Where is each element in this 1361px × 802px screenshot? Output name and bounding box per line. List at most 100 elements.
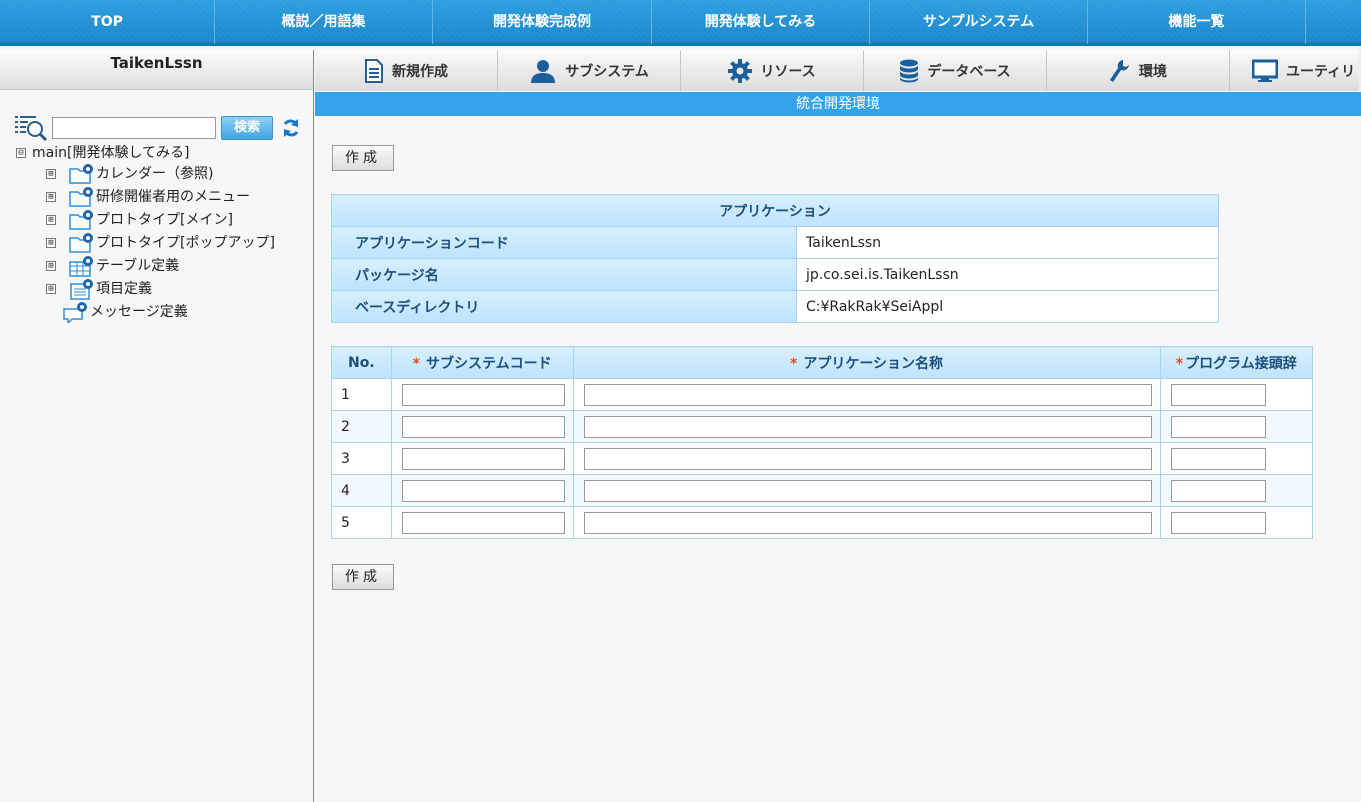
program-prefix-input[interactable] (1170, 383, 1266, 406)
expand-icon[interactable]: ⊞ (46, 215, 56, 225)
subsystem-code-input[interactable] (401, 479, 565, 502)
subsystem-button[interactable]: サブシステム (498, 50, 681, 91)
database-icon (900, 59, 919, 82)
subsystem-code-input[interactable] (401, 415, 565, 438)
gear-icon (728, 58, 753, 83)
base-directory-value: C:¥RakRak¥SeiAppl (796, 290, 1219, 323)
tree-node-label[interactable]: 研修開催者用のメニュー (96, 186, 250, 208)
message-gear-icon (63, 302, 87, 323)
expand-icon[interactable]: ⊞ (46, 169, 56, 179)
app-name-input[interactable] (583, 415, 1152, 438)
table-gear-icon (69, 256, 93, 277)
create-button-bottom[interactable]: 作成 (332, 564, 394, 590)
folder-gear-icon (69, 164, 93, 184)
app-name-input[interactable] (583, 511, 1152, 534)
program-prefix-input[interactable] (1170, 447, 1266, 470)
header-program-prefix: * プログラム接頭辞 (1159, 346, 1313, 379)
tree-node-label[interactable]: プロトタイプ[メイン] (96, 209, 233, 231)
app-code-value: TaikenLssn (796, 226, 1219, 259)
table-row: 4 (331, 474, 1313, 507)
topnav-try-development[interactable]: 開発体験してみる (652, 0, 870, 44)
tree-node-label[interactable]: メッセージ定義 (90, 301, 188, 323)
table-row: アプリケーションコード TaikenLssn (331, 226, 1219, 259)
header-app-name-label: アプリケーション名称 (803, 355, 944, 372)
application-info-caption-row: アプリケーション (331, 194, 1219, 227)
table-row: 3 (331, 442, 1313, 475)
search-button[interactable]: 検索 (221, 116, 273, 140)
tree-search-input[interactable] (52, 117, 216, 139)
tree-search: 検索 (14, 114, 301, 142)
program-prefix-input[interactable] (1170, 479, 1266, 502)
program-prefix-cell (1159, 442, 1313, 475)
app-name-cell (572, 442, 1161, 475)
folder-gear-icon (69, 210, 93, 230)
app-name-input[interactable] (583, 447, 1152, 470)
monitor-icon (1252, 59, 1278, 82)
topnav-top[interactable]: TOP (0, 0, 215, 44)
tree-node-prototype-popup[interactable]: ⊞ プロトタイプ[ポップアップ] (46, 232, 275, 254)
row-number: 5 (331, 506, 392, 539)
resource-button[interactable]: リソース (681, 50, 864, 91)
topnav-complete-example[interactable]: 開発体験完成例 (433, 0, 652, 44)
expand-icon[interactable]: ⊞ (46, 192, 56, 202)
package-name-value: jp.co.sei.is.TaikenLssn (796, 258, 1219, 291)
resource-label: リソース (760, 63, 816, 80)
tree-node-label[interactable]: テーブル定義 (96, 255, 179, 277)
topnav-overview[interactable]: 概説／用語集 (215, 0, 433, 44)
table-row: 1 (331, 378, 1313, 411)
app-name-cell (572, 410, 1161, 443)
tree-node-table-definition[interactable]: ⊞ テーブル定義 (46, 255, 179, 277)
subsystem-code-input[interactable] (401, 447, 565, 470)
utility-button[interactable]: ユーティリ (1230, 50, 1359, 91)
tree-node-label[interactable]: プロトタイプ[ポップアップ] (96, 232, 275, 254)
tree-node-calendar[interactable]: ⊞ カレンダー（参照) (46, 163, 213, 185)
topnav-function-list[interactable]: 機能一覧 (1088, 0, 1306, 44)
new-document-icon (365, 58, 383, 83)
expand-icon[interactable]: ⊞ (46, 238, 56, 248)
main-content: 作成 アプリケーション アプリケーションコード TaikenLssn パッケージ… (315, 116, 1361, 802)
header-subsystem-code: * サブシステムコード (390, 346, 574, 379)
database-button[interactable]: データベース (864, 50, 1047, 91)
create-button-top[interactable]: 作成 (332, 145, 394, 171)
topnav-sample-system[interactable]: サンプルシステム (870, 0, 1088, 44)
row-number: 2 (331, 410, 392, 443)
page-title: 統合開発環境 (315, 92, 1361, 116)
program-prefix-input[interactable] (1170, 511, 1266, 534)
user-icon (531, 59, 556, 83)
topnav-overflow[interactable] (1306, 0, 1361, 44)
tree-node-prototype-main[interactable]: ⊞ プロトタイプ[メイン] (46, 209, 233, 231)
app-name-cell (572, 474, 1161, 507)
tree-root[interactable]: ⊟ main[開発体験してみる] (16, 142, 189, 164)
header-app-name: * アプリケーション名称 (572, 346, 1161, 379)
program-prefix-cell (1159, 474, 1313, 507)
refresh-icon[interactable] (281, 118, 301, 138)
tree-node-label[interactable]: 項目定義 (96, 278, 152, 300)
subsystem-code-cell (390, 442, 574, 475)
subsystem-code-input[interactable] (401, 383, 565, 406)
subsystem-code-input[interactable] (401, 511, 565, 534)
required-mark: * (790, 355, 798, 372)
row-number: 4 (331, 474, 392, 507)
tree-node-organizer-menu[interactable]: ⊞ 研修開催者用のメニュー (46, 186, 250, 208)
header-no: No. (331, 346, 392, 379)
expand-icon[interactable]: ⊞ (46, 284, 56, 294)
utility-label: ユーティリ (1286, 63, 1356, 80)
tree-root-label[interactable]: main[開発体験してみる] (32, 142, 189, 164)
program-prefix-input[interactable] (1170, 415, 1266, 438)
app-name-input[interactable] (583, 383, 1152, 406)
environment-button[interactable]: 環境 (1047, 50, 1230, 91)
expand-icon[interactable]: ⊞ (46, 261, 56, 271)
collapse-icon[interactable]: ⊟ (16, 148, 26, 158)
required-mark: * (1175, 355, 1184, 372)
environment-label: 環境 (1139, 63, 1167, 80)
header-program-prefix-label: プログラム接頭辞 (1185, 355, 1297, 372)
tree-node-message-definition[interactable]: メッセージ定義 (62, 301, 188, 323)
entry-header-row: No. * サブシステムコード * アプリケーション名称 * プログラム接頭辞 (331, 346, 1313, 379)
tree-node-item-definition[interactable]: ⊞ 項目定義 (46, 278, 152, 300)
table-row: 2 (331, 410, 1313, 443)
new-create-label: 新規作成 (392, 63, 448, 80)
app-name-input[interactable] (583, 479, 1152, 502)
tree-node-label[interactable]: カレンダー（参照) (96, 163, 213, 185)
new-create-button[interactable]: 新規作成 (315, 50, 498, 91)
table-row: パッケージ名 jp.co.sei.is.TaikenLssn (331, 258, 1219, 291)
